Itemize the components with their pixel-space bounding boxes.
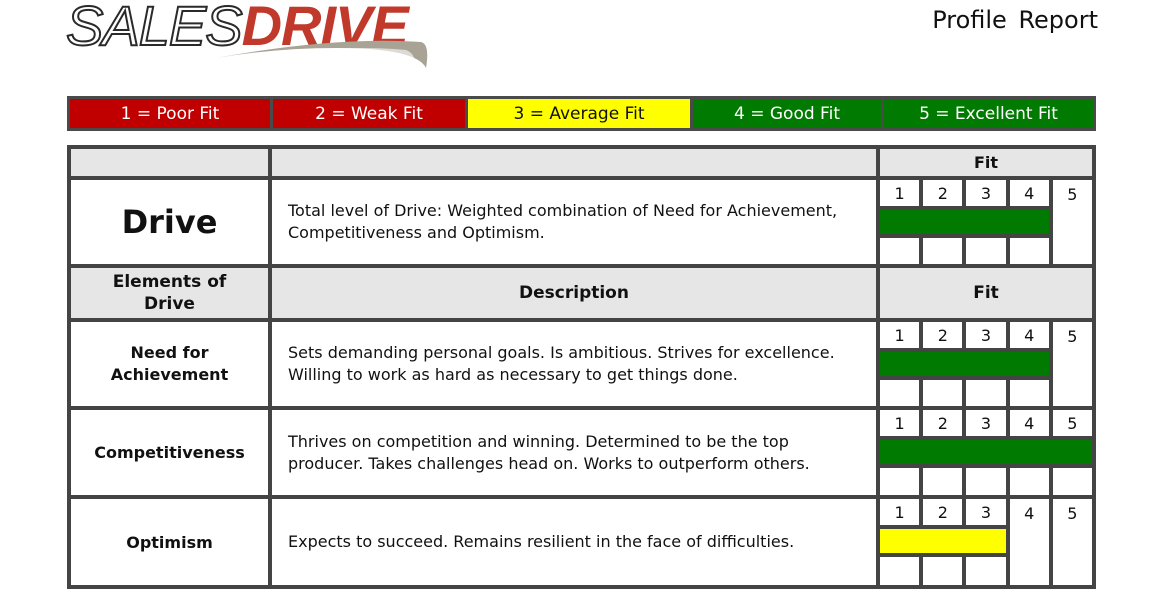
fit-scale-number: 1 — [880, 499, 920, 525]
fit-score-bar — [880, 352, 1049, 376]
fit-scale-number: 1 — [880, 410, 920, 436]
element-label-optimism: Optimism — [71, 499, 268, 585]
fit-scale-number: 5 — [1052, 499, 1092, 585]
element-label-need-for-achievement: Need for Achievement — [71, 322, 268, 406]
elements-header-col1: Elements of Drive — [71, 268, 268, 318]
fit-scale-number: 4 — [1009, 322, 1049, 348]
fit-empty-cell — [923, 557, 963, 585]
elements-header-col2: Description — [272, 268, 876, 318]
fit-scale-number: 3 — [966, 410, 1006, 436]
fit-scale-number: 3 — [966, 322, 1006, 348]
legend-average-fit: 3 = Average Fit — [468, 99, 690, 128]
fit-scale-number: 3 — [966, 180, 1006, 206]
fit-scale-number: 2 — [923, 410, 963, 436]
element-fit-rating-competitiveness: 12345 — [880, 410, 1092, 495]
fit-empty-cell — [923, 238, 963, 264]
legend-poor-fit: 1 = Poor Fit — [70, 99, 270, 128]
element-description-competitiveness: Thrives on competition and winning. Dete… — [272, 410, 876, 495]
fit-empty-cell — [880, 238, 920, 264]
report-title: Profile Report — [932, 6, 1098, 34]
fit-empty-cell — [880, 557, 920, 585]
fit-scale-number: 5 — [1052, 322, 1092, 406]
legend-weak-fit: 2 = Weak Fit — [273, 99, 465, 128]
fit-empty-cell — [966, 557, 1006, 585]
logo-swoosh-icon — [216, 40, 428, 68]
salesdrive-logo: SALESDRIVE — [65, 0, 446, 78]
fit-empty-cell — [923, 380, 963, 406]
fit-empty-cell — [1009, 380, 1049, 406]
element-label-competitiveness: Competitiveness — [71, 410, 268, 495]
profile-table: Fit Drive Total level of Drive: Weighted… — [67, 145, 1096, 589]
fit-scale-number: 4 — [1009, 499, 1049, 585]
fit-scale-number: 3 — [966, 499, 1006, 525]
fit-scale-number: 4 — [1009, 410, 1049, 436]
fit-empty-cell — [880, 468, 920, 495]
fit-empty-cell — [966, 468, 1006, 495]
fit-scale-number: 1 — [880, 180, 920, 206]
legend-good-fit: 4 = Good Fit — [693, 99, 881, 128]
element-fit-rating-need-for-achievement: 12345 — [880, 322, 1092, 406]
drive-description: Total level of Drive: Weighted combinati… — [272, 180, 876, 264]
fit-scale-number: 5 — [1052, 180, 1092, 264]
legend-excellent-fit: 5 = Excellent Fit — [884, 99, 1093, 128]
fit-empty-cell — [966, 238, 1006, 264]
fit-score-bar — [880, 440, 1092, 464]
fit-empty-cell — [880, 380, 920, 406]
elements-header-fit: Fit — [880, 268, 1092, 318]
fit-scale-number: 2 — [923, 499, 963, 525]
element-description-optimism: Expects to succeed. Remains resilient in… — [272, 499, 876, 585]
fit-empty-cell — [1052, 468, 1092, 495]
fit-scale-number: 4 — [1009, 180, 1049, 206]
fit-scale-number: 2 — [923, 180, 963, 206]
fit-empty-cell — [1009, 238, 1049, 264]
fit-scale-number: 2 — [923, 322, 963, 348]
top-header-col1 — [71, 149, 268, 176]
fit-legend: 1 = Poor Fit 2 = Weak Fit 3 = Average Fi… — [67, 96, 1096, 131]
fit-empty-cell — [966, 380, 1006, 406]
fit-scale-number: 1 — [880, 322, 920, 348]
fit-score-bar — [880, 529, 1006, 553]
top-header-col2 — [272, 149, 876, 176]
fit-scale-number: 5 — [1052, 410, 1092, 436]
top-header-fit: Fit — [880, 149, 1092, 176]
fit-empty-cell — [923, 468, 963, 495]
fit-empty-cell — [1009, 468, 1049, 495]
element-fit-rating-optimism: 12345 — [880, 499, 1092, 585]
drive-label: Drive — [71, 180, 268, 264]
element-description-need-for-achievement: Sets demanding personal goals. Is ambiti… — [272, 322, 876, 406]
drive-fit-rating: 12345 — [880, 180, 1092, 264]
fit-score-bar — [880, 210, 1049, 234]
